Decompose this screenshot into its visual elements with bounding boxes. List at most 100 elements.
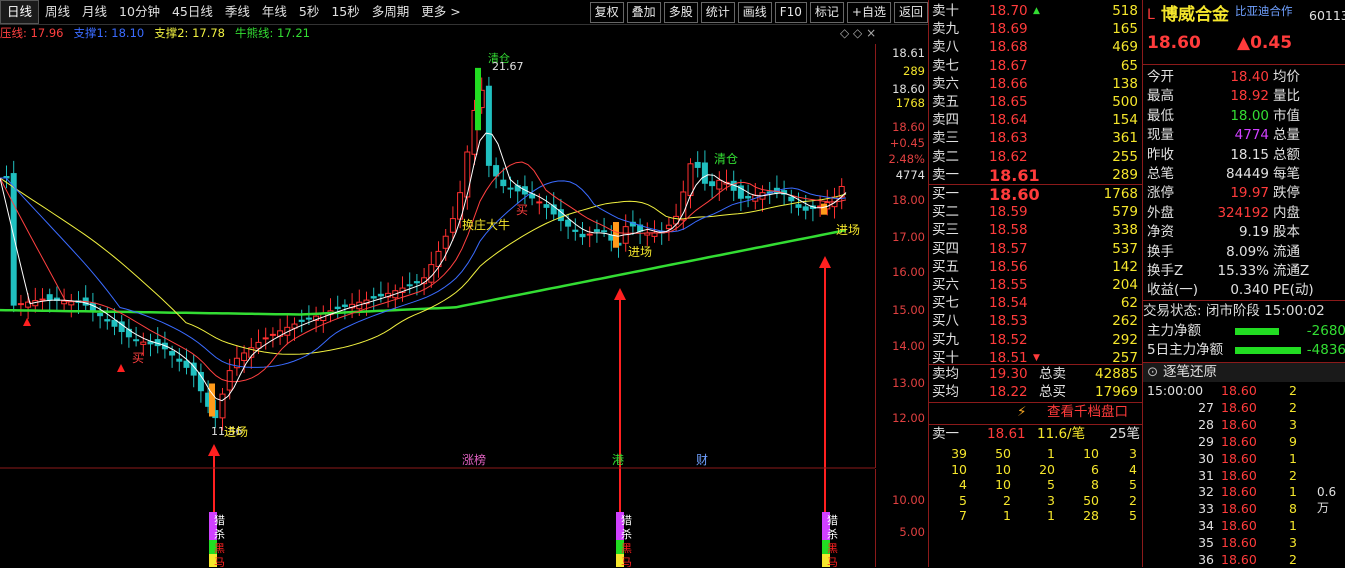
candle-body: [334, 306, 341, 310]
tab-15sec[interactable]: 15秒: [325, 1, 365, 23]
tab-monthly[interactable]: 月线: [76, 1, 113, 23]
stat-value: 4774: [1234, 127, 1269, 144]
ask-price: 18.64: [989, 112, 1028, 129]
stat-label: 昨收: [1147, 146, 1174, 163]
bid-level-row[interactable]: 买九 18.52 292: [929, 331, 1142, 350]
ask-volume: 518: [1112, 3, 1138, 19]
tab-45day[interactable]: 45日线: [166, 1, 219, 23]
tick-volume: 2: [1289, 467, 1297, 483]
signal-char: 马: [214, 556, 225, 567]
mark-button[interactable]: 标记: [809, 1, 844, 23]
entry-arrow-2: [614, 288, 626, 517]
stock-concept-tag[interactable]: 比亚迪合作: [1235, 2, 1293, 21]
ask-level-row[interactable]: 卖二 18.62 255: [929, 148, 1142, 167]
view-thousand-depth-label: 查看千档盘口: [1047, 404, 1128, 420]
tick-volume: 1: [1289, 450, 1297, 466]
queue-per-order: 11.6/笔: [1037, 426, 1086, 442]
multi-stock-button[interactable]: 多股: [663, 1, 698, 23]
tick-time: 15:00:00: [1147, 383, 1204, 398]
queue-order-size: 50: [995, 446, 1011, 461]
tab-more-label: 更多: [421, 4, 447, 19]
bid-level-row[interactable]: 买四 18.57 537: [929, 240, 1142, 259]
tab-yearly[interactable]: 年线: [256, 1, 293, 23]
candle-body: [68, 301, 75, 306]
main-flow-bar: [1235, 328, 1279, 335]
tick-time: 35: [1198, 535, 1214, 551]
bull-bear-line: [0, 228, 847, 316]
price-tick-12: 12.00: [892, 411, 925, 425]
candle-body: [10, 173, 17, 306]
candle-body: [46, 294, 53, 301]
add-watchlist-button[interactable]: +自选: [846, 1, 891, 23]
tab-quarterly[interactable]: 季线: [219, 1, 256, 23]
candle-body: [39, 298, 46, 301]
ask-price: 18.62: [989, 148, 1028, 165]
volume-tick: 4774: [895, 168, 925, 182]
tab-daily[interactable]: 日线: [0, 0, 40, 24]
stat-label-2: 量比: [1273, 88, 1300, 105]
tab-10min[interactable]: 10分钟: [113, 1, 166, 23]
candle-body: [97, 313, 104, 317]
tick-row: 33 18.60 8: [1143, 500, 1345, 517]
tick-time: 28: [1198, 416, 1214, 432]
ask-level-row[interactable]: 卖七 18.67 65: [929, 57, 1142, 76]
tick-price: 18.60: [1221, 399, 1257, 415]
kline-chart[interactable]: 清仓 21.67 换庄大牛 买 买 清仓 11.56 进场 进场 进场 涨榜 港…: [0, 44, 875, 567]
chart-controls[interactable]: ◇ ◇ ×: [840, 26, 876, 40]
bid-price: 18.58: [989, 222, 1028, 239]
price-tick-current: 18.60: [892, 120, 925, 134]
price-row: 18.60 ▲0.45: [1143, 34, 1345, 56]
bid-volume: 579: [1112, 204, 1138, 221]
ask-level-label: 卖九: [932, 21, 959, 38]
bid-level-row[interactable]: 买八 18.53 262: [929, 312, 1142, 331]
draw-line-button[interactable]: 画线: [737, 1, 772, 23]
candle-body: [176, 358, 183, 362]
candle-body: [133, 339, 140, 342]
overlay-button[interactable]: 叠加: [626, 1, 661, 23]
candle-body: [665, 224, 672, 230]
bid-level-row[interactable]: 买七 18.54 62: [929, 294, 1142, 313]
ask-level-row[interactable]: 卖八 18.68 469: [929, 38, 1142, 57]
view-thousand-depth-button[interactable]: ⚡ 查看千档盘口: [929, 403, 1142, 423]
adjust-button[interactable]: 复权: [589, 1, 624, 23]
quote-stat-row: 换手Z 15.33% 流通Z: [1143, 262, 1345, 281]
bid-level-row[interactable]: 买五 18.56 142: [929, 258, 1142, 277]
stats-button[interactable]: 统计: [700, 1, 735, 23]
quote-stat-row: 最高 18.92 量比: [1143, 87, 1345, 106]
f10-button[interactable]: F10: [774, 1, 807, 23]
stat-label-2: 每笔: [1273, 166, 1300, 182]
back-button[interactable]: 返回: [893, 1, 928, 23]
tab-5sec[interactable]: 5秒: [293, 1, 325, 23]
queue-order-size: 10: [951, 461, 967, 477]
candle-body: [500, 179, 507, 187]
bid-level-row[interactable]: 买三 18.58 338: [929, 221, 1142, 240]
ask-level-row[interactable]: 卖九 18.69 165: [929, 20, 1142, 39]
tick-price: 18.60: [1221, 450, 1257, 466]
candle-body: [543, 204, 550, 208]
candle-body: [572, 229, 579, 232]
candle-body: [17, 303, 24, 306]
tab-weekly[interactable]: 周线: [39, 1, 76, 23]
tab-more[interactable]: 更多 >: [415, 1, 466, 23]
sell-avg-price: 19.30: [989, 366, 1028, 382]
bid-level-row[interactable]: 买一 18.60 1768: [929, 185, 1142, 204]
ask-level-row[interactable]: 卖三 18.63 361: [929, 129, 1142, 148]
main-flow-label: 主力净额: [1147, 323, 1201, 339]
ask-level-row[interactable]: 卖一 18.61 289: [929, 166, 1142, 185]
ask-level-row[interactable]: 卖四 18.64 154: [929, 111, 1142, 130]
tick-restore-header[interactable]: ⊙ 逐笔还原: [1143, 362, 1345, 382]
candle-body: [219, 393, 226, 419]
event-label-1: 涨榜: [462, 452, 486, 467]
ask-level-row[interactable]: 卖五 18.65 500: [929, 93, 1142, 112]
bid-level-label: 买三: [932, 222, 959, 239]
candle-body: [413, 281, 420, 284]
tab-multi-period[interactable]: 多周期: [366, 1, 416, 23]
bid-level-row[interactable]: 买六 18.55 204: [929, 276, 1142, 295]
bid-level-row[interactable]: 买二 18.59 579: [929, 203, 1142, 222]
ask-level-row[interactable]: 卖十 18.70 ▲ 518: [929, 2, 1142, 21]
ask-level-row[interactable]: 卖六 18.66 138: [929, 75, 1142, 94]
stat-label-2: 总额: [1273, 146, 1300, 163]
candle-body: [557, 209, 564, 222]
ask-price: 18.65: [989, 94, 1028, 110]
total-buy-label: 总买: [1039, 384, 1066, 400]
